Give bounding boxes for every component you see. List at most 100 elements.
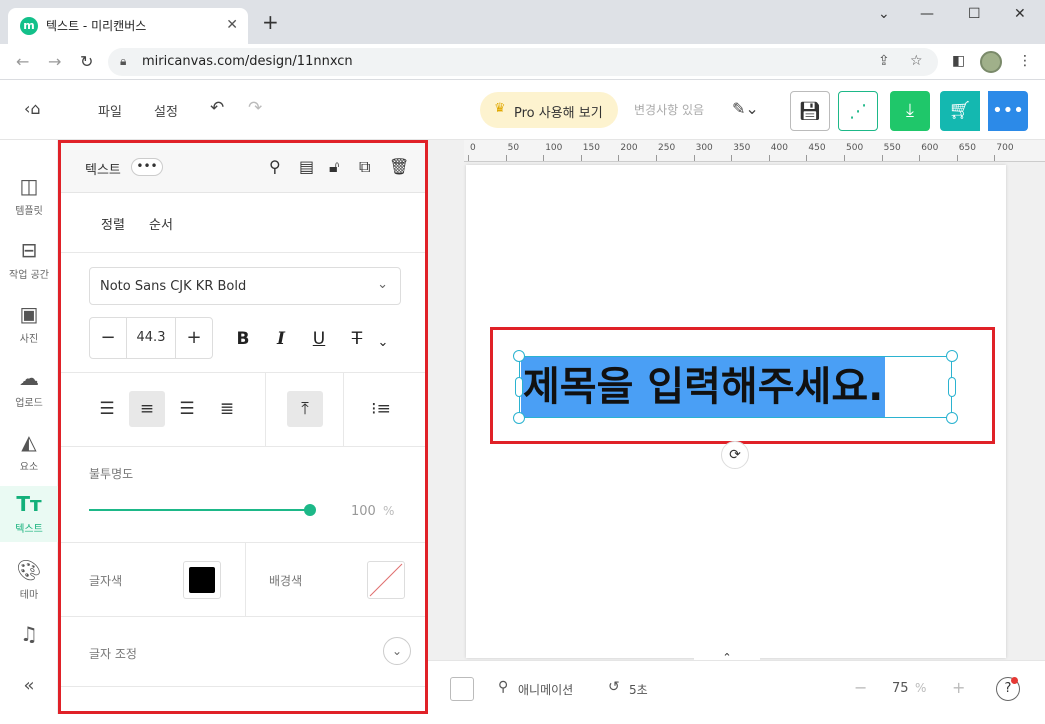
panel-more-button[interactable]: ••• [131, 158, 163, 176]
duplicate-icon[interactable]: ⧉ [359, 157, 370, 177]
profile-avatar[interactable] [980, 51, 1002, 73]
background-color-swatch[interactable] [367, 561, 405, 599]
tab-order[interactable]: 순서 [149, 214, 173, 233]
chrome-menu-icon[interactable]: ⋮ [1018, 53, 1032, 69]
zoom-in-icon[interactable]: + [952, 678, 965, 697]
text-color-swatch[interactable] [183, 561, 221, 599]
side-panel-icon[interactable]: ◧ [952, 53, 965, 69]
rail-item-elements[interactable]: ◭ 요소 [0, 424, 58, 480]
rail-item-photo[interactable]: ▣ 사진 [0, 296, 58, 352]
tab-align[interactable]: 정렬 [101, 214, 125, 233]
rail-label: 텍스트 [15, 524, 43, 535]
animation-wand-icon[interactable]: ⚲ [269, 157, 281, 176]
rail-item-workspace[interactable]: ⊟ 작업 공간 [0, 232, 58, 288]
font-size-stepper[interactable]: − 44.3 + [89, 317, 213, 359]
paint-roller-icon[interactable]: ▤ [299, 157, 314, 176]
save-icon[interactable]: 💾︎ [790, 91, 830, 131]
divider [245, 543, 246, 617]
template-icon: ◫ [19, 174, 39, 198]
rail-item-text[interactable]: Tт 텍스트 [0, 486, 58, 542]
browser-tab-bar: m 텍스트 - 미리캔버스 ✕ + ⌄ — ☐ ✕ [0, 0, 1045, 44]
chevron-down-icon: ⌄ [377, 277, 388, 292]
rail-item-upload[interactable]: ☁ 업로드 [0, 360, 58, 416]
resize-handle-top-left[interactable] [513, 350, 525, 362]
cart-icon[interactable]: 🛒︎ [940, 91, 980, 131]
notification-dot [1011, 677, 1018, 684]
bullet-list-button[interactable]: ⁝≡ [363, 391, 399, 427]
app-toolbar: ‹⌂ 파일 설정 ↶ ↷ ♛ Pro 사용해 보기 변경사항 있음 ✎⌄ 💾︎ … [0, 80, 1045, 140]
italic-button[interactable]: I [267, 325, 295, 353]
rail-label: 테마 [19, 590, 39, 601]
maximize-icon[interactable]: ☐ [968, 6, 981, 22]
vertical-align-top-button[interactable]: ⤒ [287, 391, 323, 427]
redo-icon[interactable]: ↷ [248, 98, 262, 118]
undo-icon[interactable]: ↶ [210, 98, 224, 118]
align-right-button[interactable]: ☰ [169, 391, 205, 427]
window-close-icon[interactable]: ✕ [1014, 6, 1026, 22]
align-left-button[interactable]: ☰ [89, 391, 125, 427]
opacity-slider-handle[interactable] [304, 504, 316, 516]
more-options-icon[interactable]: ••• [988, 91, 1028, 131]
browser-tab[interactable]: m 텍스트 - 미리캔버스 ✕ [8, 8, 248, 44]
rail-item-theme[interactable]: 🎨︎ 테마 [0, 552, 58, 608]
align-center-button[interactable]: ≡ [129, 391, 165, 427]
history-button[interactable]: 5초 [629, 681, 648, 698]
back-home-icon[interactable]: ‹⌂ [24, 99, 41, 118]
rail-item-template[interactable]: ◫ 템플릿 [0, 168, 58, 224]
forward-icon[interactable]: → [48, 52, 61, 71]
minimize-icon[interactable]: — [920, 6, 934, 22]
pro-trial-button[interactable]: ♛ Pro 사용해 보기 [480, 92, 618, 128]
text-icon: Tт [16, 492, 42, 516]
resize-handle-bottom-right[interactable] [946, 412, 958, 424]
back-icon[interactable]: ← [16, 52, 29, 71]
rail-item-music[interactable]: ♫ [0, 616, 58, 672]
align-justify-button[interactable]: ≣ [209, 391, 245, 427]
opacity-value[interactable]: 100 [351, 504, 376, 519]
zoom-value[interactable]: 75 [892, 681, 909, 696]
pen-mode-icon[interactable]: ✎⌄ [732, 99, 759, 118]
pro-trial-label: Pro 사용해 보기 [514, 106, 603, 121]
animation-icon: ⚲ [498, 679, 509, 695]
expand-chevron-icon[interactable]: ⌄ [383, 637, 411, 665]
bookmark-star-icon[interactable]: ☆ [910, 53, 923, 69]
share-page-icon[interactable]: ⇪ [878, 53, 890, 69]
rotate-icon[interactable]: ⟳ [721, 441, 749, 469]
font-size-value[interactable]: 44.3 [126, 318, 176, 358]
canvas-title-text[interactable]: 제목을 입력해주세요. [521, 357, 886, 417]
underline-button[interactable]: U [305, 325, 333, 353]
music-icon: ♫ [20, 622, 38, 646]
opacity-unit: % [383, 504, 395, 518]
font-family-select[interactable]: Noto Sans CJK KR Bold ⌄ [89, 267, 401, 305]
resize-handle-top-right[interactable] [946, 350, 958, 362]
increase-size-button[interactable]: + [176, 318, 212, 358]
palette-icon: 🎨︎ [16, 558, 42, 582]
ruler-label: 650 [958, 143, 976, 153]
side-rail: ◫ 템플릿 ⊟ 작업 공간 ▣ 사진 ☁ 업로드 ◭ 요소 Tт 텍스트 🎨︎ … [0, 140, 58, 714]
strikethrough-button[interactable]: T [343, 325, 371, 353]
archive-icon: ⊟ [20, 238, 38, 262]
collapse-rail-button[interactable]: « [0, 668, 58, 724]
lock-open-icon[interactable]: 🔓︎ [329, 157, 339, 177]
reload-icon[interactable]: ↻ [80, 52, 93, 71]
new-tab-icon[interactable]: + [262, 12, 279, 32]
resize-handle-left[interactable] [515, 377, 523, 397]
trash-icon[interactable]: 🗑︎ [389, 157, 409, 176]
zoom-out-icon[interactable]: − [854, 678, 867, 697]
decrease-size-button[interactable]: − [90, 318, 126, 358]
ruler-label: 500 [846, 143, 864, 153]
settings-menu[interactable]: 설정 [154, 101, 178, 120]
omnibox[interactable]: 🔒︎ miricanvas.com/design/11nnxcn ⇪ ☆ [108, 48, 938, 76]
file-menu[interactable]: 파일 [98, 101, 122, 120]
page-thumbnail[interactable] [450, 677, 474, 701]
more-format-chevron-icon[interactable]: ⌄ [369, 329, 397, 357]
animation-button[interactable]: 애니메이션 [518, 681, 573, 698]
resize-handle-bottom-left[interactable] [513, 412, 525, 424]
text-adjust-label: 글자 조정 [89, 647, 137, 661]
resize-handle-right[interactable] [948, 377, 956, 397]
tab-close-icon[interactable]: ✕ [226, 17, 238, 33]
bold-button[interactable]: B [229, 325, 257, 353]
tab-search-icon[interactable]: ⌄ [878, 6, 890, 22]
opacity-slider-track[interactable] [89, 509, 311, 511]
download-icon[interactable]: ⤓ [890, 91, 930, 131]
share-icon[interactable]: ⋰ [838, 91, 878, 131]
